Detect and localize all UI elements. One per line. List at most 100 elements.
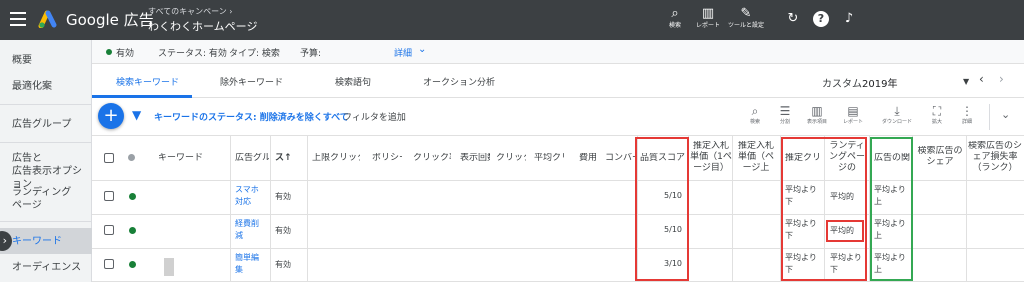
status-label: ステータス: 有効 xyxy=(158,49,227,59)
enabled-status-icon xyxy=(129,227,136,234)
sidebar-item-landing-pages[interactable]: ランディング ページ xyxy=(12,186,71,212)
fullscreen-icon: ⛶ xyxy=(932,104,942,118)
enabled-status-icon xyxy=(129,261,136,268)
tab-auction-insights[interactable]: オークション分析 xyxy=(423,75,495,88)
status-column-dot-icon xyxy=(128,154,135,161)
filter-icon[interactable]: ▼ xyxy=(132,108,141,122)
col-divider xyxy=(230,136,231,282)
col-header-avg-cpc[interactable]: 平均クリ xyxy=(534,153,564,197)
tools-settings-button[interactable]: ✎ ツールと設定 xyxy=(726,6,766,30)
details-link[interactable]: 詳細 xyxy=(394,46,412,59)
col-header-search-is[interactable]: 検索広告のシェア xyxy=(915,146,965,176)
sidebar-divider xyxy=(0,142,92,143)
status-cell: 有効 xyxy=(275,192,291,201)
collapse-chevron-icon[interactable]: ⌄ xyxy=(1001,108,1010,121)
quality-score-highlight xyxy=(635,137,689,281)
columns-button[interactable]: ▥ 表示項目 xyxy=(802,104,832,126)
sidebar-item-keywords[interactable]: キーワード xyxy=(12,235,62,248)
select-all-checkbox[interactable] xyxy=(104,153,114,163)
sidebar-divider xyxy=(0,104,92,105)
status-cell: 有効 xyxy=(275,226,291,235)
segment-icon: ☰ xyxy=(779,104,791,118)
col-header-cost[interactable]: 費用 xyxy=(579,153,603,197)
breadcrumb[interactable]: すべてのキャンペーン › xyxy=(148,6,232,17)
help-icon[interactable]: ? xyxy=(813,11,829,27)
sidebar-item-recommendations[interactable]: 最適化案 xyxy=(12,80,52,93)
wrench-icon: ✎ xyxy=(740,6,752,21)
filter-bar: + ▼ キーワードのステータス: 削除済みを除くすべて フィルタを追加 ⌕ 検索 … xyxy=(92,98,1024,136)
enabled-status-icon xyxy=(129,193,136,200)
app-title: Google 広告 xyxy=(66,11,154,29)
components-highlight xyxy=(781,137,867,281)
landing-cell-highlight xyxy=(826,220,864,242)
status-dot-icon xyxy=(106,49,112,55)
download-icon: ⤓ xyxy=(894,104,900,118)
ad-group-link[interactable]: 簡単編 集 xyxy=(235,252,259,276)
refresh-icon[interactable]: ↻ xyxy=(785,11,801,27)
row-checkbox[interactable] xyxy=(104,225,114,235)
col-divider xyxy=(966,136,967,282)
status-value: 有効 xyxy=(116,49,135,59)
sidebar-item-ad-groups[interactable]: 広告グループ xyxy=(12,118,71,131)
col-header-impressions[interactable]: 表示回数 xyxy=(460,153,490,197)
tab-search-keywords[interactable]: 検索キーワード xyxy=(116,75,179,88)
ad-relevance-highlight xyxy=(870,137,913,281)
col-header-ctr[interactable]: クリック率 xyxy=(413,153,451,197)
date-dropdown-icon[interactable]: ▼ xyxy=(963,77,969,86)
menu-icon[interactable] xyxy=(10,12,26,26)
keywords-table: キーワード 広告グル ス↑ 上限クリック ポリシー クリック率 表示回数 クリッ… xyxy=(92,136,1024,282)
report-tool-button[interactable]: ▥ レポート xyxy=(688,6,728,30)
col-header-conversions[interactable]: コンバー xyxy=(605,153,635,197)
col-header-search-lost-is-rank[interactable]: 検索広告のシェア損失率（ランク） xyxy=(968,141,1022,181)
top-bar: Google 広告 すべてのキャンペーン › わくわくホームページ ⌕ 検索 ▥… xyxy=(0,0,1024,40)
col-header-policy[interactable]: ポリシー xyxy=(372,153,402,197)
row-checkbox[interactable] xyxy=(104,191,114,201)
tabs-bar: 検索キーワード 除外キーワード 検索語句 オークション分析 カスタム 2019年… xyxy=(92,64,1024,98)
ad-group-link[interactable]: 経費削 減 xyxy=(235,218,259,242)
ad-group-link[interactable]: スマホ 対応 xyxy=(235,184,259,208)
sidebar: 概要 最適化案 広告グループ 広告と 広告表示オプション ランディング ページ … xyxy=(0,40,92,282)
sidebar-divider xyxy=(0,221,92,222)
type-label: タイプ: 検索 xyxy=(229,49,280,59)
reports-button[interactable]: ▤ レポート xyxy=(838,104,868,126)
campaign-status-bar: 有効 ステータス: 有効 タイプ: 検索 予算: 詳細 ⌄ xyxy=(92,40,1024,64)
col-header-max-cpc[interactable]: 上限クリック xyxy=(312,153,360,197)
tab-search-terms[interactable]: 検索語句 xyxy=(335,75,371,88)
date-prev-icon[interactable]: ‹ xyxy=(979,72,984,86)
sidebar-item-audiences[interactable]: オーディエンス xyxy=(12,261,81,274)
date-range-label[interactable]: カスタム xyxy=(822,75,862,90)
more-vert-icon: ⋮ xyxy=(961,104,973,118)
segment-button[interactable]: ☰ 分割 xyxy=(770,104,800,126)
col-header-keyword[interactable]: キーワード xyxy=(158,153,218,197)
add-filter-button[interactable]: フィルタを追加 xyxy=(343,110,406,123)
download-button[interactable]: ⤓ ダウンロード xyxy=(882,104,912,126)
tab-negative-keywords[interactable]: 除外キーワード xyxy=(220,75,283,88)
col-divider xyxy=(270,136,271,282)
col-divider xyxy=(307,136,308,282)
more-button[interactable]: ⋮ 詳細 xyxy=(952,104,982,126)
add-keyword-button[interactable]: + xyxy=(98,103,124,129)
col-header-top-page-bid[interactable]: 推定入札単価（ページ上 xyxy=(734,141,778,181)
chevron-down-icon[interactable]: ⌄ xyxy=(418,44,426,55)
sidebar-item-overview[interactable]: 概要 xyxy=(12,54,32,67)
report-icon: ▥ xyxy=(701,6,715,21)
redacted-keyword xyxy=(164,258,174,276)
row-checkbox[interactable] xyxy=(104,259,114,269)
date-next-icon[interactable]: › xyxy=(999,72,1004,86)
chart-icon: ▤ xyxy=(847,104,859,118)
toolbar-divider xyxy=(989,104,990,130)
bell-icon[interactable]: ♪ xyxy=(841,11,857,27)
active-filter-chip[interactable]: キーワードのステータス: 削除済みを除くすべて xyxy=(154,110,349,123)
col-header-clicks[interactable]: クリック xyxy=(496,153,526,197)
col-header-first-page-bid[interactable]: 推定入札単価（1ページ目） xyxy=(690,141,732,181)
search-icon: ⌕ xyxy=(751,104,759,118)
col-divider xyxy=(732,136,733,282)
expand-button[interactable]: ⛶ 拡大 xyxy=(922,104,952,126)
status-cell: 有効 xyxy=(275,260,291,269)
columns-icon: ▥ xyxy=(811,104,823,118)
date-range-value[interactable]: 2019年 xyxy=(862,75,897,90)
budget-label: 予算: xyxy=(300,49,322,59)
campaign-name[interactable]: わくわくホームページ xyxy=(148,18,257,34)
search-table-button[interactable]: ⌕ 検索 xyxy=(740,104,770,126)
google-ads-logo xyxy=(38,10,57,28)
